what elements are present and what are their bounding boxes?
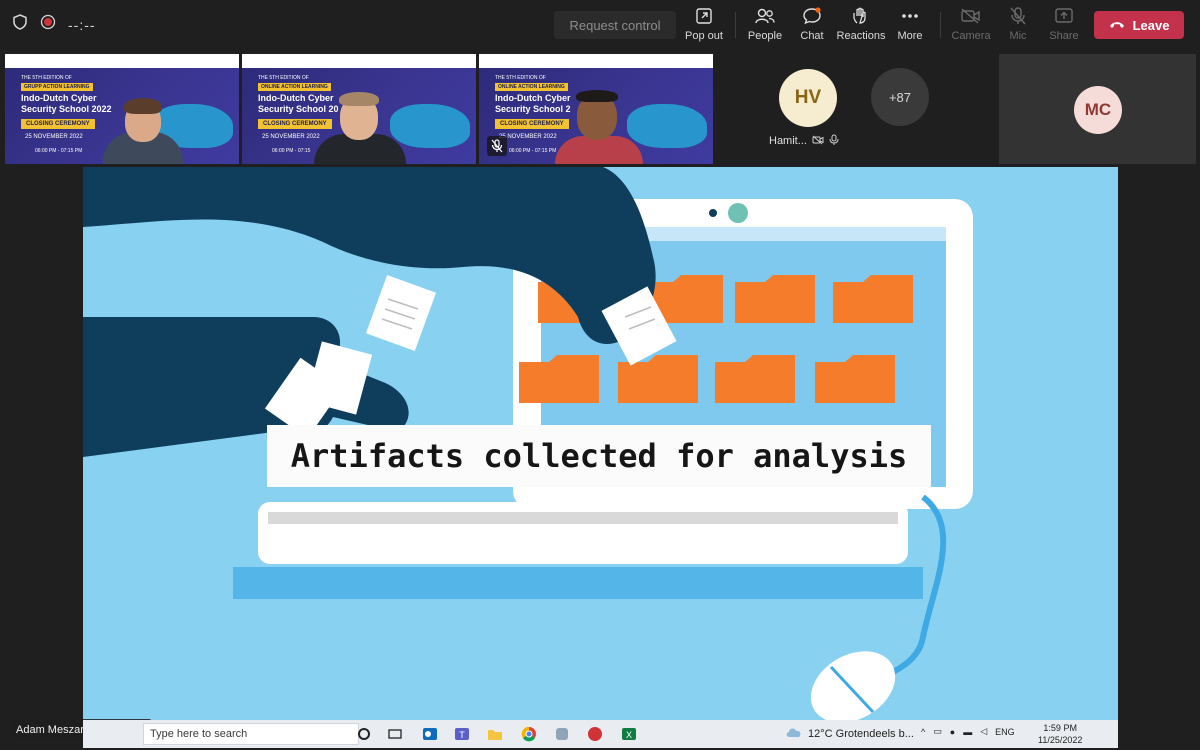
chat-button[interactable]: Chat <box>785 6 839 46</box>
clock-date: 11/25/2022 <box>1038 735 1083 745</box>
meeting-timer: --:-- <box>68 16 96 33</box>
cloud-icon <box>785 726 803 741</box>
avatar-mc[interactable]: MC <box>1074 86 1122 134</box>
share-label: Share <box>1049 30 1079 42</box>
speaker-icon[interactable]: ◁ <box>980 726 987 737</box>
slide-caption: Artifacts collected for analysis <box>267 425 931 487</box>
laptop-keyboard-strip <box>268 512 898 524</box>
file-explorer-icon[interactable] <box>486 725 504 743</box>
weather-widget[interactable]: 12°C Grotendeels b... <box>785 726 914 741</box>
share-button[interactable]: Share <box>1037 6 1091 46</box>
shared-screen: Artifacts collected for analysis <box>83 167 1118 720</box>
slide-time: 06:00 PM - 07:15 PM <box>35 148 83 154</box>
svg-text:T: T <box>459 730 465 740</box>
people-label: People <box>747 30 783 42</box>
taskbar-search-box[interactable]: Type here to search <box>143 723 359 745</box>
weather-text: 12°C Grotendeels b... <box>808 727 914 740</box>
sponsor-logo-strip <box>5 54 239 68</box>
taskbar-clock[interactable]: 1:59 PM 11/25/2022 <box>1038 722 1082 746</box>
raise-hand-icon <box>850 6 872 26</box>
excel-icon[interactable]: X <box>620 725 638 743</box>
more-button[interactable]: More <box>883 6 937 46</box>
leave-label: Leave <box>1132 17 1170 33</box>
battery-icon[interactable]: ▬ <box>963 727 972 737</box>
participant-video-tile[interactable]: THE 5TH EDITION OF ONLINE ACTION LEARNIN… <box>479 54 713 164</box>
outlook-icon[interactable] <box>421 725 439 743</box>
muted-mic-icon <box>487 136 507 156</box>
svg-text:X: X <box>626 730 632 740</box>
camera-button[interactable]: Camera <box>944 6 998 46</box>
more-dots-icon <box>899 6 921 26</box>
meeting-toolbar: --:-- Request control Pop out People Cha… <box>0 0 1200 50</box>
teams-icon[interactable]: T <box>453 725 471 743</box>
participant-video-tile[interactable]: THE 5TH EDITION OF ONLINE ACTION LEARNIN… <box>242 54 476 164</box>
network-icon[interactable]: ▭ <box>933 726 942 737</box>
slide-time: 06:00 PM - 07:15 <box>272 148 311 154</box>
sponsor-logo-strip <box>479 54 713 68</box>
toolbar-divider <box>940 12 941 38</box>
people-icon <box>754 6 776 26</box>
slide-time: 06:00 PM - 07:15 PM <box>509 148 557 154</box>
taskbar-search-text: Type here to search <box>150 728 248 740</box>
system-tray: ^ ▭ ● ▬ ◁ ENG <box>921 726 1015 737</box>
pop-out-icon <box>693 6 715 26</box>
sponsor-logo-strip <box>242 54 476 68</box>
more-label: More <box>897 30 923 42</box>
share-tray-icon <box>1053 6 1075 26</box>
toolbar-divider <box>735 12 736 38</box>
camera-off-icon <box>812 135 824 148</box>
recording-icon <box>40 14 56 35</box>
chevron-up-icon[interactable]: ^ <box>921 727 925 737</box>
slide-subtitle: THE 5TH EDITION OF <box>258 75 309 81</box>
mouse <box>810 651 896 720</box>
avatar-hv[interactable]: HV <box>779 69 837 127</box>
mic-icon <box>829 134 839 148</box>
task-view-icon[interactable] <box>386 725 404 743</box>
mic-label: Mic <box>1009 30 1027 42</box>
participant-video <box>551 76 647 164</box>
slide-subtitle: THE 5TH EDITION OF <box>495 75 546 81</box>
pop-out-button[interactable]: Pop out <box>677 6 731 46</box>
laptop-shadow <box>233 567 923 599</box>
participant-video-tile[interactable]: THE 5TH EDITION OF GRUPP ACTION LEARNING… <box>5 54 239 164</box>
laptop-camera-light <box>728 203 748 223</box>
leave-button[interactable]: Leave <box>1094 11 1184 39</box>
chrome-icon[interactable] <box>520 725 538 743</box>
participant-video <box>310 76 410 164</box>
app-icon[interactable] <box>553 725 571 743</box>
participant-video <box>93 84 193 164</box>
language-indicator[interactable]: ENG <box>995 727 1015 737</box>
request-control-button[interactable]: Request control <box>554 11 676 39</box>
shield-icon <box>12 14 28 35</box>
participant-name-hamit: Hamit... <box>769 134 839 148</box>
slide-date: 25 NOVEMBER 2022 <box>499 134 557 140</box>
slide-ceremony: CLOSING CEREMONY <box>21 119 95 129</box>
people-button[interactable]: People <box>738 6 792 46</box>
chat-label: Chat <box>800 30 824 42</box>
slide-subtitle: THE 5TH EDITION OF <box>21 75 72 81</box>
phone-hangup-icon <box>1109 18 1125 33</box>
app-red-icon[interactable] <box>586 725 604 743</box>
chat-icon <box>801 6 823 26</box>
windows-taskbar: Type here to search T X 12°C Grotendeels… <box>83 720 1118 748</box>
more-participants-button[interactable]: +87 <box>871 68 929 126</box>
participant-name-label: Hamit... <box>769 135 807 147</box>
cortana-icon[interactable] <box>355 725 373 743</box>
camera-off-icon <box>960 6 982 26</box>
clock-time: 1:59 PM <box>1043 723 1077 733</box>
laptop-base <box>258 502 908 564</box>
camera-label: Camera <box>951 30 991 42</box>
reactions-button[interactable]: Reactions <box>834 6 888 46</box>
slide-date: 25 NOVEMBER 2022 <box>25 134 83 140</box>
pop-out-label: Pop out <box>685 30 723 42</box>
mic-off-icon <box>1007 6 1029 26</box>
mic-icon[interactable]: ● <box>950 727 955 737</box>
laptop-camera-dot <box>709 209 717 217</box>
reactions-label: Reactions <box>836 30 886 42</box>
slide-tag: GRUPP ACTION LEARNING <box>21 83 93 91</box>
